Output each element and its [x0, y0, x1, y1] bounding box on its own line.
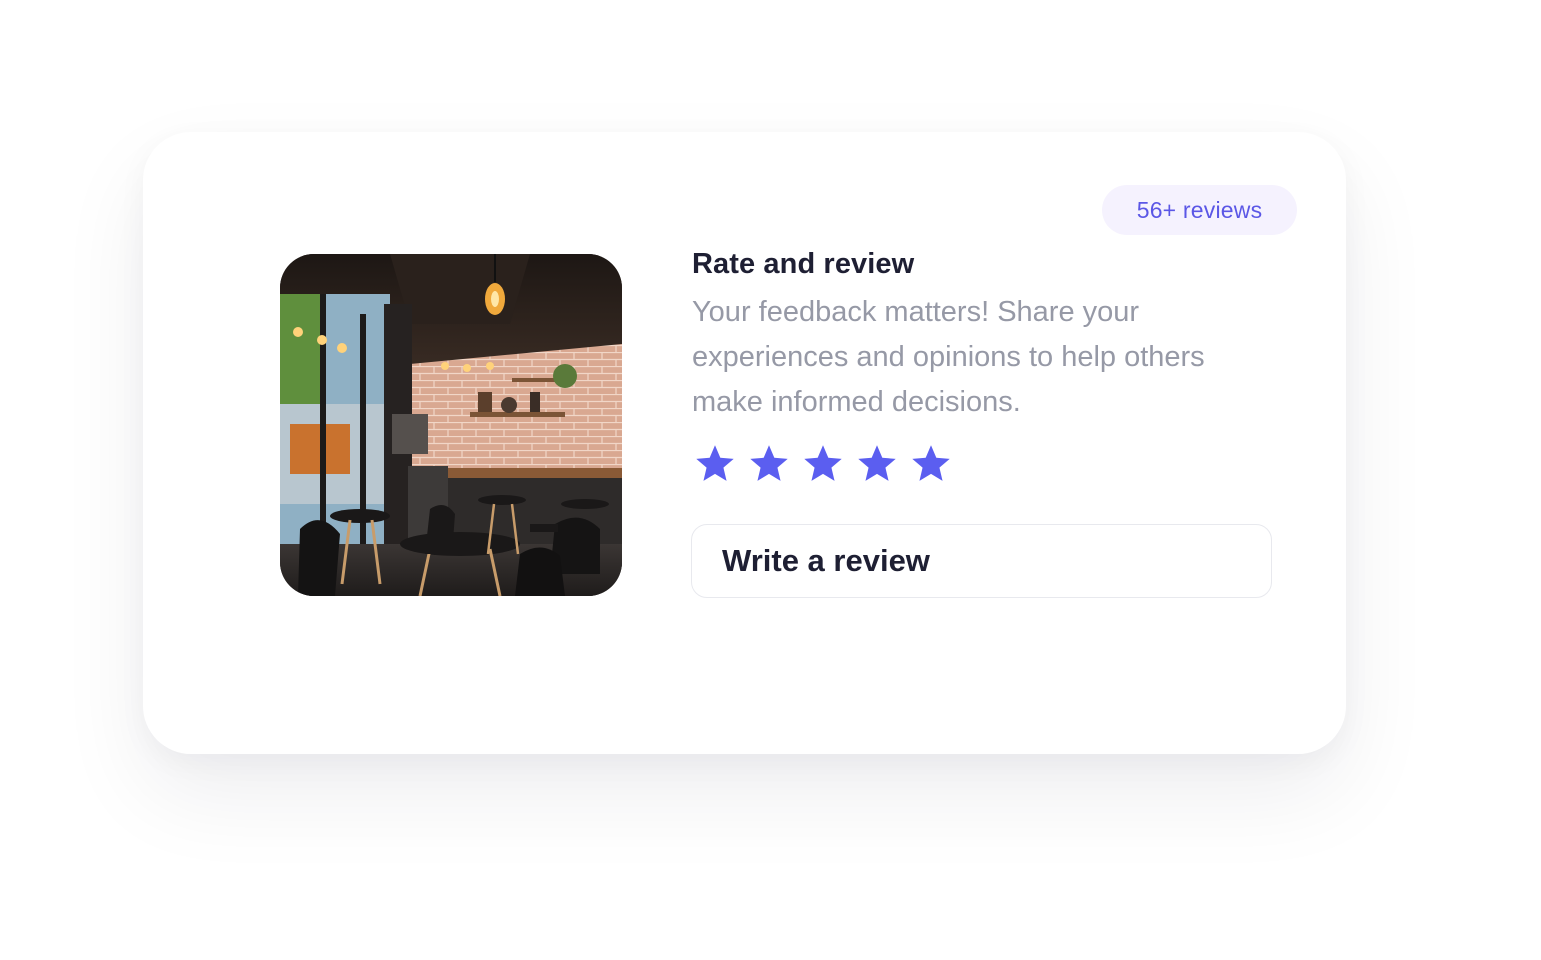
- star-rating[interactable]: [693, 442, 953, 486]
- star-icon[interactable]: [909, 442, 953, 486]
- page-background: 56+ reviews Rate and review Your feedbac…: [0, 0, 1541, 960]
- cafe-interior-photo: [280, 254, 622, 596]
- review-card: 56+ reviews Rate and review Your feedbac…: [143, 132, 1346, 754]
- cafe-interior-illustration: [280, 254, 622, 596]
- card-description: Your feedback matters! Share your experi…: [692, 296, 1205, 418]
- card-title: Rate and review: [692, 248, 915, 280]
- reviews-count-badge: 56+ reviews: [1102, 185, 1297, 235]
- star-icon[interactable]: [855, 442, 899, 486]
- write-review-button[interactable]: Write a review: [691, 524, 1272, 598]
- star-icon[interactable]: [801, 442, 845, 486]
- review-content: Rate and review Your feedback matters! S…: [692, 244, 1282, 425]
- star-icon[interactable]: [693, 442, 737, 486]
- star-icon[interactable]: [747, 442, 791, 486]
